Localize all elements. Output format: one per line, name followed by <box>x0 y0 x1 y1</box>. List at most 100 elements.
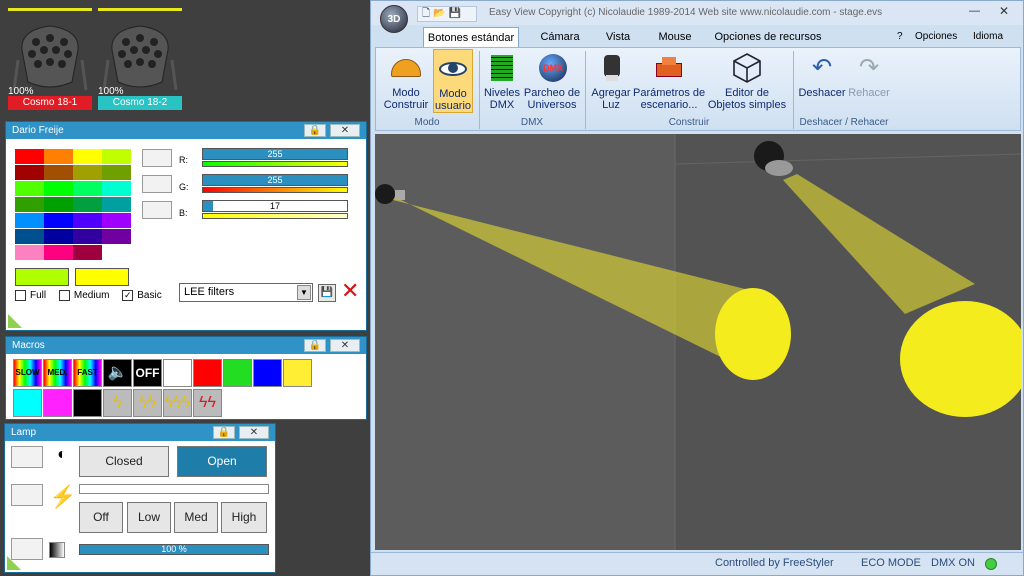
palette-swatch[interactable] <box>73 213 102 228</box>
macro-red-button[interactable] <box>193 359 222 387</box>
macro-white-button[interactable] <box>163 359 192 387</box>
strobe-slow-icon[interactable]: ϟ <box>103 389 132 417</box>
palette-swatch[interactable] <box>44 165 73 180</box>
low-button[interactable]: Low <box>127 502 171 533</box>
r-slider[interactable]: 255 <box>202 148 348 160</box>
palette-swatch[interactable] <box>15 181 44 196</box>
tab-mouse[interactable]: Mouse <box>647 27 703 47</box>
palette-swatch[interactable] <box>73 165 102 180</box>
g-reset-button[interactable] <box>142 175 172 193</box>
palette-swatch[interactable] <box>102 197 131 212</box>
macro-med-button[interactable]: MED. <box>43 359 72 387</box>
close-icon[interactable]: ✕ <box>330 339 360 352</box>
palette-swatch[interactable] <box>73 245 102 260</box>
open-button[interactable]: Open <box>177 446 267 477</box>
save-icon[interactable]: 💾 <box>318 284 336 302</box>
deshacer-button[interactable]: ↶ Deshacer <box>797 51 847 99</box>
off-button[interactable]: Off <box>79 502 123 533</box>
b-slider[interactable]: 17 <box>202 200 348 212</box>
help-menu[interactable]: ? <box>897 31 903 42</box>
palette-swatch[interactable] <box>15 197 44 212</box>
rehacer-button[interactable]: ↷ Rehacer <box>847 51 891 99</box>
palette-swatch[interactable] <box>15 245 44 260</box>
tab-opciones-recursos[interactable]: Opciones de recursos <box>707 27 829 47</box>
medium-checkbox[interactable] <box>58 290 70 301</box>
parcheo-universos-button[interactable]: DMX Parcheo de Universos <box>523 51 581 111</box>
palette-swatch[interactable] <box>73 197 102 212</box>
palette-swatch[interactable] <box>15 229 44 244</box>
macro-green-button[interactable] <box>223 359 252 387</box>
app-logo-3d-icon[interactable]: 3D <box>380 5 408 33</box>
palette-swatch[interactable] <box>102 213 131 228</box>
color-preview-b[interactable] <box>75 268 129 286</box>
macro-blue-button[interactable] <box>253 359 282 387</box>
idioma-menu[interactable]: Idioma <box>973 31 1003 42</box>
close-window-icon[interactable]: ✕ <box>999 4 1009 18</box>
g-slider[interactable]: 255 <box>202 174 348 186</box>
palette-swatch[interactable] <box>44 149 73 164</box>
medium-option[interactable]: Medium <box>58 290 109 301</box>
lock-icon[interactable]: 🔒 <box>213 426 235 439</box>
close-icon[interactable]: ✕ <box>239 426 269 439</box>
chevron-down-icon[interactable]: ▼ <box>297 285 311 300</box>
strobe-off-icon[interactable]: ϟϟ <box>193 389 222 417</box>
lock-icon[interactable]: 🔒 <box>304 339 326 352</box>
high-button[interactable]: High <box>221 502 267 533</box>
palette-swatch[interactable] <box>15 149 44 164</box>
palette-swatch[interactable] <box>102 229 131 244</box>
palette-swatch[interactable] <box>15 165 44 180</box>
closed-button[interactable]: Closed <box>79 446 169 477</box>
niveles-dmx-button[interactable]: Niveles DMX <box>481 51 523 111</box>
fixture-cosmo-18-2[interactable]: 100% Cosmo 18-2 <box>98 8 184 112</box>
macro-magenta-button[interactable] <box>43 389 72 417</box>
resize-handle-icon[interactable] <box>8 314 22 328</box>
macro-black-button[interactable] <box>73 389 102 417</box>
palette-swatch[interactable] <box>44 245 73 260</box>
macro-fast-button[interactable]: FAST <box>73 359 102 387</box>
tab-botones-estandar[interactable]: Botones estándar <box>423 27 519 47</box>
tab-camara[interactable]: Cámara <box>527 27 593 47</box>
palette-swatch[interactable] <box>73 181 102 196</box>
macro-slow-button[interactable]: SLOW <box>13 359 42 387</box>
minimize-icon[interactable]: — <box>969 5 980 17</box>
fixture-cosmo-18-1[interactable]: 100% Cosmo 18-1 <box>8 8 94 112</box>
quick-access-toolbar[interactable]: 🗋📂💾 <box>417 6 477 22</box>
palette-swatch[interactable] <box>73 229 102 244</box>
full-checkbox[interactable] <box>15 290 26 301</box>
macro-off-button[interactable]: OFF <box>133 359 162 387</box>
filter-select[interactable]: LEE filters ▼ <box>179 283 313 302</box>
resize-handle-icon[interactable] <box>7 556 21 570</box>
power-reset-button[interactable] <box>11 484 43 506</box>
r-reset-button[interactable] <box>142 149 172 167</box>
med-button[interactable]: Med <box>174 502 218 533</box>
b-reset-button[interactable] <box>142 201 172 219</box>
tab-vista[interactable]: Vista <box>593 27 643 47</box>
modo-usuario-button[interactable]: Modo usuario <box>433 49 473 113</box>
3d-viewport[interactable] <box>375 134 1021 550</box>
palette-swatch[interactable] <box>44 229 73 244</box>
palette-swatch[interactable] <box>44 197 73 212</box>
full-option[interactable]: Full <box>15 290 46 301</box>
strobe-med-icon[interactable]: ϟϟ <box>133 389 162 417</box>
palette-swatch[interactable] <box>102 181 131 196</box>
palette-swatch[interactable] <box>102 245 131 260</box>
shutter-reset-button[interactable] <box>11 446 43 468</box>
macro-cyan-button[interactable] <box>13 389 42 417</box>
sound-icon[interactable]: 🔈 <box>103 359 132 387</box>
agregar-luz-button[interactable]: Agregar Luz <box>589 51 633 111</box>
strobe-fast-icon[interactable]: ϟϟϟ <box>163 389 192 417</box>
basic-checkbox[interactable]: ✓ <box>122 290 134 301</box>
basic-option[interactable]: ✓ Basic <box>122 290 162 301</box>
color-preview-a[interactable] <box>15 268 69 286</box>
modo-construir-button[interactable]: Modo Construir <box>379 51 433 111</box>
editor-objetos-button[interactable]: Editor de Objetos simples <box>707 51 787 111</box>
palette-swatch[interactable] <box>15 213 44 228</box>
macro-yellow-button[interactable] <box>283 359 312 387</box>
dimmer-slider[interactable]: 100 % <box>79 544 269 555</box>
lock-icon[interactable]: 🔒 <box>304 124 326 137</box>
palette-swatch[interactable] <box>102 165 131 180</box>
delete-icon[interactable]: ✕ <box>341 280 359 302</box>
palette-swatch[interactable] <box>102 149 131 164</box>
power-slider[interactable] <box>79 484 269 494</box>
palette-swatch[interactable] <box>44 213 73 228</box>
